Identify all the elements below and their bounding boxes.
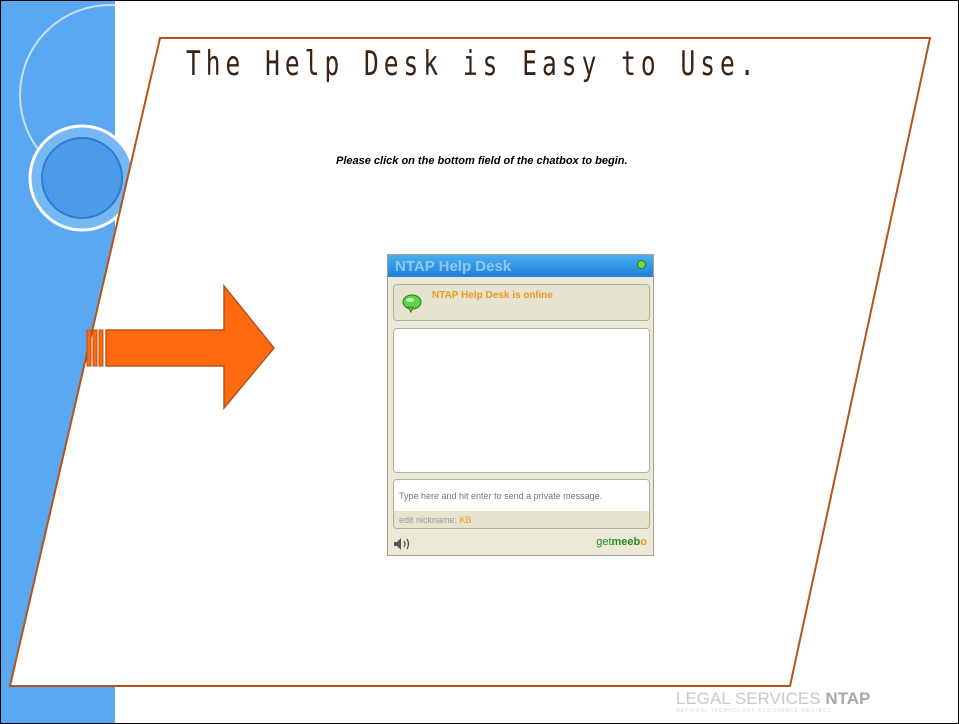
nickname-row[interactable]: edit nickname: KB <box>399 515 472 525</box>
nickname-label: edit nickname: <box>399 515 458 525</box>
chat-header: NTAP Help Desk <box>388 255 653 277</box>
speech-bubble-icon <box>402 294 422 313</box>
meebo-get-text: get <box>596 536 612 548</box>
status-text: NTAP Help Desk is online <box>432 290 553 301</box>
meebo-logo-o: o <box>640 536 647 548</box>
footer-logo-ntap: NTAP <box>825 689 871 708</box>
status-online-icon <box>637 260 646 269</box>
slide-title: The Help Desk is Easy to Use. <box>186 44 760 84</box>
nickname-value[interactable]: KB <box>460 515 472 525</box>
meebo-name-text: meeb <box>611 536 641 548</box>
right-arrow-icon <box>86 283 275 411</box>
message-input[interactable] <box>394 480 649 511</box>
message-history[interactable] <box>393 328 650 473</box>
chat-title: NTAP Help Desk <box>395 258 512 275</box>
footer-logo: LEGAL SERVICES NTAP <box>676 689 870 709</box>
chat-widget: NTAP Help Desk NTAP Help Desk is online … <box>387 254 654 556</box>
message-input-panel: edit nickname: KB <box>393 479 650 529</box>
status-panel: NTAP Help Desk is online <box>393 284 650 321</box>
instruction-text: Please click on the bottom field of the … <box>336 155 628 167</box>
get-meebo-link[interactable]: getmeebo <box>596 536 647 548</box>
speaker-icon[interactable] <box>393 537 413 551</box>
footer-logo-main: LEGAL SERVICES <box>676 689 821 708</box>
footer-logo-subtitle: NATIONAL TECHNOLOGY ASSISTANCE PROJECT <box>676 708 832 714</box>
